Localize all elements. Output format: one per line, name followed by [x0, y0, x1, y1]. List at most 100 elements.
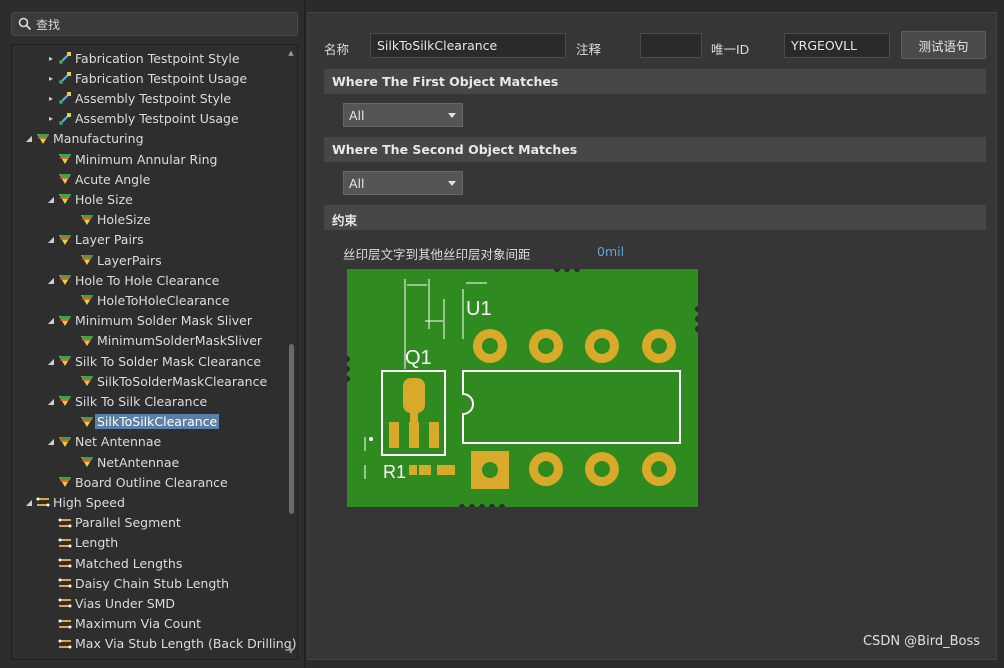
rule-icon — [80, 455, 94, 469]
tree-item[interactable]: Acute Angle — [46, 169, 150, 189]
test-query-button[interactable]: 测试语句 — [901, 31, 986, 59]
tree-item[interactable]: ◢ High Speed — [24, 492, 125, 512]
second-object-dropdown-value: All — [349, 176, 365, 191]
rule-icon — [58, 273, 72, 287]
name-field[interactable]: SilkToSilkClearance — [370, 33, 566, 58]
tree-item[interactable]: ◢ Minimum Solder Mask Sliver — [46, 311, 252, 331]
rule-icon — [58, 192, 72, 206]
tree-item[interactable]: Parallel Segment — [46, 513, 181, 533]
r1-designator: R1 — [383, 462, 406, 482]
tree-item-label: Length — [75, 535, 119, 551]
tree-item-label: Manufacturing — [53, 131, 144, 147]
expand-arrow-icon[interactable]: ▸ — [46, 54, 56, 63]
tree-item[interactable]: ◢ Manufacturing — [24, 129, 144, 149]
rule-icon — [58, 314, 72, 328]
rule-editor-panel: 名称 SilkToSilkClearance 注释 唯一ID YRGEOVLL … — [307, 12, 997, 660]
rules-tree-panel: 查找 ▸ Fabrication Testpoint Style ▸ Fabricat… — [0, 0, 305, 668]
tree-item[interactable]: Vias Under SMD — [46, 593, 175, 613]
tree-item[interactable]: ▸ Fabrication Testpoint Style — [46, 48, 240, 68]
rule-icon — [36, 132, 50, 146]
tree-item[interactable]: SilkToSolderMaskClearance — [68, 371, 267, 391]
uid-field[interactable]: YRGEOVLL — [784, 33, 890, 58]
tree-item-label: Silk To Solder Mask Clearance — [75, 353, 262, 369]
high-speed-icon — [58, 596, 72, 610]
tree-item[interactable]: ▸ Assembly Testpoint Usage — [46, 109, 239, 129]
tree-item[interactable]: MinimumSolderMaskSliver — [68, 331, 262, 351]
tree-item[interactable]: ◢ Hole Size — [46, 189, 133, 209]
collapse-arrow-icon[interactable]: ◢ — [46, 235, 56, 244]
tree-item[interactable]: Maximum Via Count — [46, 614, 201, 634]
tree-item[interactable]: SilkToSilkClearance — [68, 412, 220, 432]
tree-item[interactable]: NetAntennae — [68, 452, 179, 472]
chevron-down-icon — [448, 113, 456, 118]
tree-item[interactable]: ▸ Assembly Testpoint Style — [46, 88, 231, 108]
tree-item[interactable]: Daisy Chain Stub Length — [46, 573, 229, 593]
tree-item-label: Minimum Annular Ring — [75, 151, 218, 167]
tree-item-label: Matched Lengths — [75, 555, 183, 571]
uid-label: 唯一ID — [711, 42, 750, 57]
tree-item-label: Fabrication Testpoint Usage — [75, 70, 248, 86]
tree-item-label: SilkToSolderMaskClearance — [97, 373, 268, 389]
collapse-arrow-icon[interactable]: ◢ — [46, 276, 56, 285]
scrollbar-thumb[interactable] — [289, 344, 294, 514]
high-speed-icon — [36, 495, 50, 509]
tree-item[interactable]: ◢ Silk To Silk Clearance — [46, 391, 207, 411]
tree-item[interactable]: Board Outline Clearance — [46, 472, 228, 492]
tree-item-label: Assembly Testpoint Style — [75, 90, 232, 106]
watermark-text: CSDN @Bird_Boss — [862, 634, 980, 649]
collapse-arrow-icon[interactable]: ◢ — [24, 134, 34, 143]
collapse-arrow-icon[interactable]: ◢ — [46, 437, 56, 446]
tree-item[interactable]: HoleToHoleClearance — [68, 290, 229, 310]
rule-icon — [58, 394, 72, 408]
tree-item-label: Daisy Chain Stub Length — [75, 575, 230, 591]
tree-item[interactable]: ◢ Net Antennae — [46, 432, 161, 452]
tree-item[interactable]: ◢ Layer Pairs — [46, 230, 144, 250]
tree-item[interactable]: Minimum Annular Ring — [46, 149, 217, 169]
chevron-down-icon — [448, 181, 456, 186]
search-icon — [18, 17, 32, 31]
comment-label: 注释 — [576, 42, 602, 57]
collapse-arrow-icon[interactable]: ◢ — [24, 498, 34, 507]
rule-icon — [58, 152, 72, 166]
high-speed-icon — [58, 637, 72, 651]
search-placeholder: 查找 — [36, 17, 61, 32]
expand-arrow-icon[interactable]: ▸ — [46, 74, 56, 83]
collapse-arrow-icon[interactable]: ◢ — [46, 316, 56, 325]
tree-item[interactable]: ◢ Silk To Solder Mask Clearance — [46, 351, 261, 371]
first-object-dropdown-value: All — [349, 108, 365, 123]
tree-item-label: Net Antennae — [75, 434, 162, 450]
collapse-arrow-icon[interactable]: ◢ — [46, 195, 56, 204]
scroll-up-icon[interactable]: ▲ — [287, 49, 295, 57]
rules-tree[interactable]: ▸ Fabrication Testpoint Style ▸ Fabrication… — [11, 44, 298, 660]
collapse-arrow-icon[interactable]: ◢ — [46, 397, 56, 406]
silk-clearance-value[interactable]: 0mil — [597, 244, 624, 259]
collapse-arrow-icon[interactable]: ◢ — [46, 357, 56, 366]
tree-item[interactable]: ▸ Fabrication Testpoint Usage — [46, 68, 247, 88]
tree-item-label: SilkToSilkClearance — [95, 414, 220, 430]
scroll-down-icon[interactable]: ▼ — [287, 647, 295, 655]
rule-icon — [58, 172, 72, 186]
expand-arrow-icon[interactable]: ▸ — [46, 114, 56, 123]
tree-item-label: Parallel Segment — [75, 515, 181, 531]
silk-clearance-label: 丝印层文字到其他丝印层对象间距 — [343, 247, 531, 262]
rule-icon — [80, 415, 94, 429]
rule-icon — [80, 293, 94, 307]
tree-item[interactable]: HoleSize — [68, 210, 151, 230]
search-input[interactable]: 查找 — [11, 12, 298, 36]
name-label: 名称 — [324, 42, 350, 57]
tree-item[interactable]: LayerPairs — [68, 250, 162, 270]
tree-item-label: HoleToHoleClearance — [97, 292, 230, 308]
expand-arrow-icon[interactable]: ▸ — [46, 94, 56, 103]
rule-icon — [80, 374, 94, 388]
tree-scrollbar[interactable]: ▲ ▼ — [287, 47, 295, 657]
comment-field[interactable] — [640, 33, 702, 58]
first-object-dropdown[interactable]: All — [343, 103, 463, 127]
tree-item[interactable]: ◢ Hole To Hole Clearance — [46, 270, 219, 290]
tree-item[interactable]: Matched Lengths — [46, 553, 182, 573]
second-object-dropdown[interactable]: All — [343, 171, 463, 195]
tree-item[interactable]: Length — [46, 533, 118, 553]
tree-item-label: Vias Under SMD — [75, 595, 176, 611]
tree-item-label: Board Outline Clearance — [75, 474, 228, 490]
u1-designator: U1 — [466, 298, 492, 320]
tree-item[interactable]: Max Via Stub Length (Back Drilling) — [46, 634, 297, 654]
